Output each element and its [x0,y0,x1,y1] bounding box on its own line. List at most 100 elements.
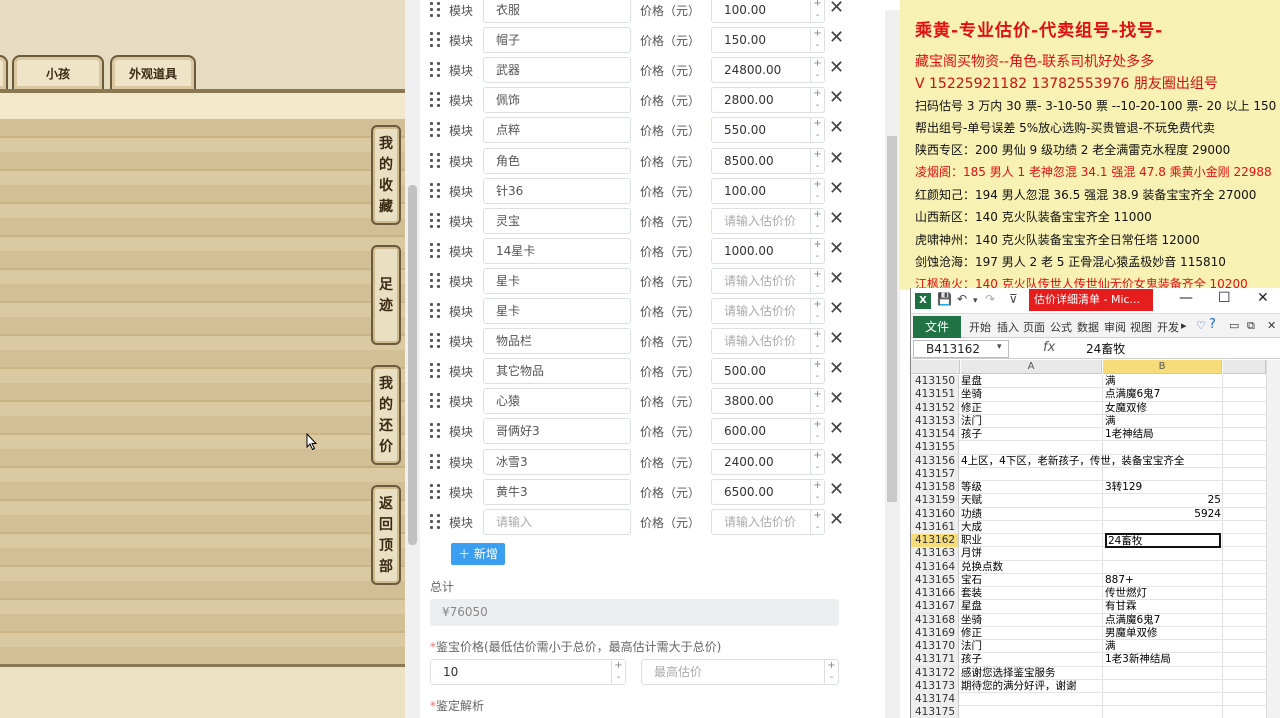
module-name-input[interactable]: 针36 [483,177,631,204]
cell-a[interactable]: 大成 [961,521,1101,534]
cell-a[interactable]: 法门 [961,640,1101,653]
cell-b[interactable]: 点满魔6鬼7 [1105,388,1221,401]
cell-b[interactable]: 满 [1105,375,1221,388]
price-stepper[interactable]: + - [810,509,824,534]
row-number[interactable]: 413165 [911,573,959,587]
cell-a[interactable]: 功绩 [961,508,1101,521]
scrollbar-thumb[interactable] [887,136,897,502]
drag-handle-icon[interactable] [430,363,442,379]
drag-handle-icon[interactable] [430,242,442,259]
cell-a[interactable]: 4上区，4下区，老新孩子，传世，装备宝宝齐全 [961,455,1184,468]
row-number[interactable]: 413164 [911,560,959,574]
drag-handle-icon[interactable] [430,483,442,500]
cell-a[interactable]: 套装 [961,587,1101,600]
ribbon-tab[interactable]: 开发 [1157,319,1179,335]
drag-handle-icon[interactable] [430,212,442,229]
delete-row-icon[interactable]: ✕ [829,88,845,108]
module-name-input[interactable]: 冰雪3 [483,448,631,475]
cell-a[interactable]: 期待您的满分好评，谢谢 [961,680,1101,693]
module-name-input[interactable]: 武器 [483,57,631,84]
cell-a[interactable]: 兑换点数 [961,561,1101,574]
select-all-corner[interactable] [911,360,960,374]
row-number[interactable]: 413159 [911,494,959,508]
price-stepper[interactable]: + - [810,118,824,143]
my-bargain-button[interactable]: 我的还价 [371,365,401,465]
column-header-c[interactable] [1223,360,1266,374]
cell-a[interactable]: 月饼 [961,547,1101,560]
ribbon-tab[interactable]: 页面 [1023,319,1045,335]
module-price-input[interactable]: 6500.00 + - [711,478,825,505]
module-price-input[interactable]: 550.00 + - [711,117,825,144]
row-number[interactable]: 413173 [911,679,959,693]
price-stepper[interactable]: + - [810,148,824,173]
undo-dropdown-icon[interactable]: ▾ [973,296,978,306]
back-to-top-button[interactable]: 返回顶部 [371,485,401,585]
cell-b[interactable]: 25 [1105,494,1221,507]
row-number[interactable]: 413166 [911,587,959,600]
ribbon-restore-icon[interactable]: ⧉ [1247,319,1255,333]
cell-a[interactable]: 感谢您选择鉴宝服务 [961,667,1101,680]
cell-a[interactable]: 法门 [961,415,1101,428]
row-number[interactable]: 413170 [911,640,959,653]
cell-a[interactable]: 坐骑 [961,614,1101,627]
delete-row-icon[interactable]: ✕ [829,178,845,199]
scroll-arrow[interactable] [885,0,900,10]
module-name-input[interactable]: 心猿 [483,388,631,415]
module-price-input[interactable]: 600.00 + - [711,418,825,445]
drag-handle-icon[interactable] [430,2,442,18]
cell-a[interactable]: 修正 [961,402,1101,415]
min-price-input[interactable]: 10 + - [430,659,626,685]
ribbon-minimize-icon[interactable]: ▭ [1229,319,1239,332]
cell-a[interactable]: 星盘 [961,375,1101,388]
row-number[interactable]: 413154 [911,428,959,441]
game-tab-child[interactable]: 小孩 [12,55,104,89]
row-number[interactable]: 413155 [911,441,959,455]
help-icon[interactable]: ? [1209,317,1216,332]
module-name-input[interactable]: 其它物品 [483,358,631,385]
ribbon-tab[interactable]: 开始 [969,319,991,335]
delete-row-icon[interactable]: ✕ [829,359,845,379]
module-price-input[interactable]: 1000.00 + - [711,237,825,264]
price-stepper[interactable]: + - [810,299,824,323]
row-number[interactable]: 413151 [911,388,959,402]
delete-row-icon[interactable]: ✕ [829,238,845,259]
row-number[interactable]: 413153 [911,414,959,428]
drag-handle-icon[interactable] [430,333,442,349]
module-price-input[interactable]: 请输入估价价 + - [711,267,825,294]
module-price-input[interactable]: 24800.00 + - [711,57,825,84]
cell-b[interactable]: 满 [1105,640,1221,653]
cell-a[interactable]: 等级 [961,481,1101,494]
drag-handle-icon[interactable] [430,303,442,319]
delete-row-icon[interactable]: ✕ [829,28,845,48]
row-number[interactable]: 413160 [911,507,959,521]
module-name-input[interactable]: 请输入 [483,508,631,535]
insert-function-icon[interactable]: fx [1043,340,1055,355]
drag-handle-icon[interactable] [430,32,442,48]
delete-row-icon[interactable]: ✕ [829,148,845,169]
price-stepper[interactable]: + - [810,329,824,354]
ribbon-tab[interactable]: 公式 [1050,319,1072,335]
delete-row-icon[interactable]: ✕ [829,299,845,319]
price-stepper[interactable]: + - [810,389,824,414]
delete-row-icon[interactable]: ✕ [829,0,845,18]
row-number[interactable]: 413158 [911,481,959,494]
cell-b[interactable]: 有甘霖 [1105,600,1221,613]
drag-handle-icon[interactable] [430,62,442,78]
cell-b[interactable]: 887+ [1105,574,1221,587]
minimize-icon[interactable]: — [1179,290,1193,306]
module-price-input[interactable]: 100.00 + - [711,177,825,204]
row-number[interactable]: 413175 [911,706,959,718]
cell-b[interactable]: 1老神结局 [1105,428,1221,441]
cell-b[interactable]: 女魔双修 [1105,402,1221,415]
cell-a[interactable]: 星盘 [961,600,1101,613]
cell-b[interactable]: 1老3新神结局 [1105,653,1221,666]
cell-b[interactable]: 24畜牧 [1105,533,1221,548]
cell-a[interactable]: 天赋 [961,494,1101,507]
cell-a[interactable]: 宝石 [961,574,1101,587]
max-price-input[interactable]: 最高估价 + - [641,659,839,685]
delete-row-icon[interactable]: ✕ [829,479,845,500]
ribbon-tab[interactable]: 审阅 [1104,319,1126,335]
footprint-button[interactable]: 足迹 [371,245,401,345]
delete-row-icon[interactable]: ✕ [829,389,845,409]
cell-b[interactable]: 点满魔6鬼7 [1105,614,1221,627]
